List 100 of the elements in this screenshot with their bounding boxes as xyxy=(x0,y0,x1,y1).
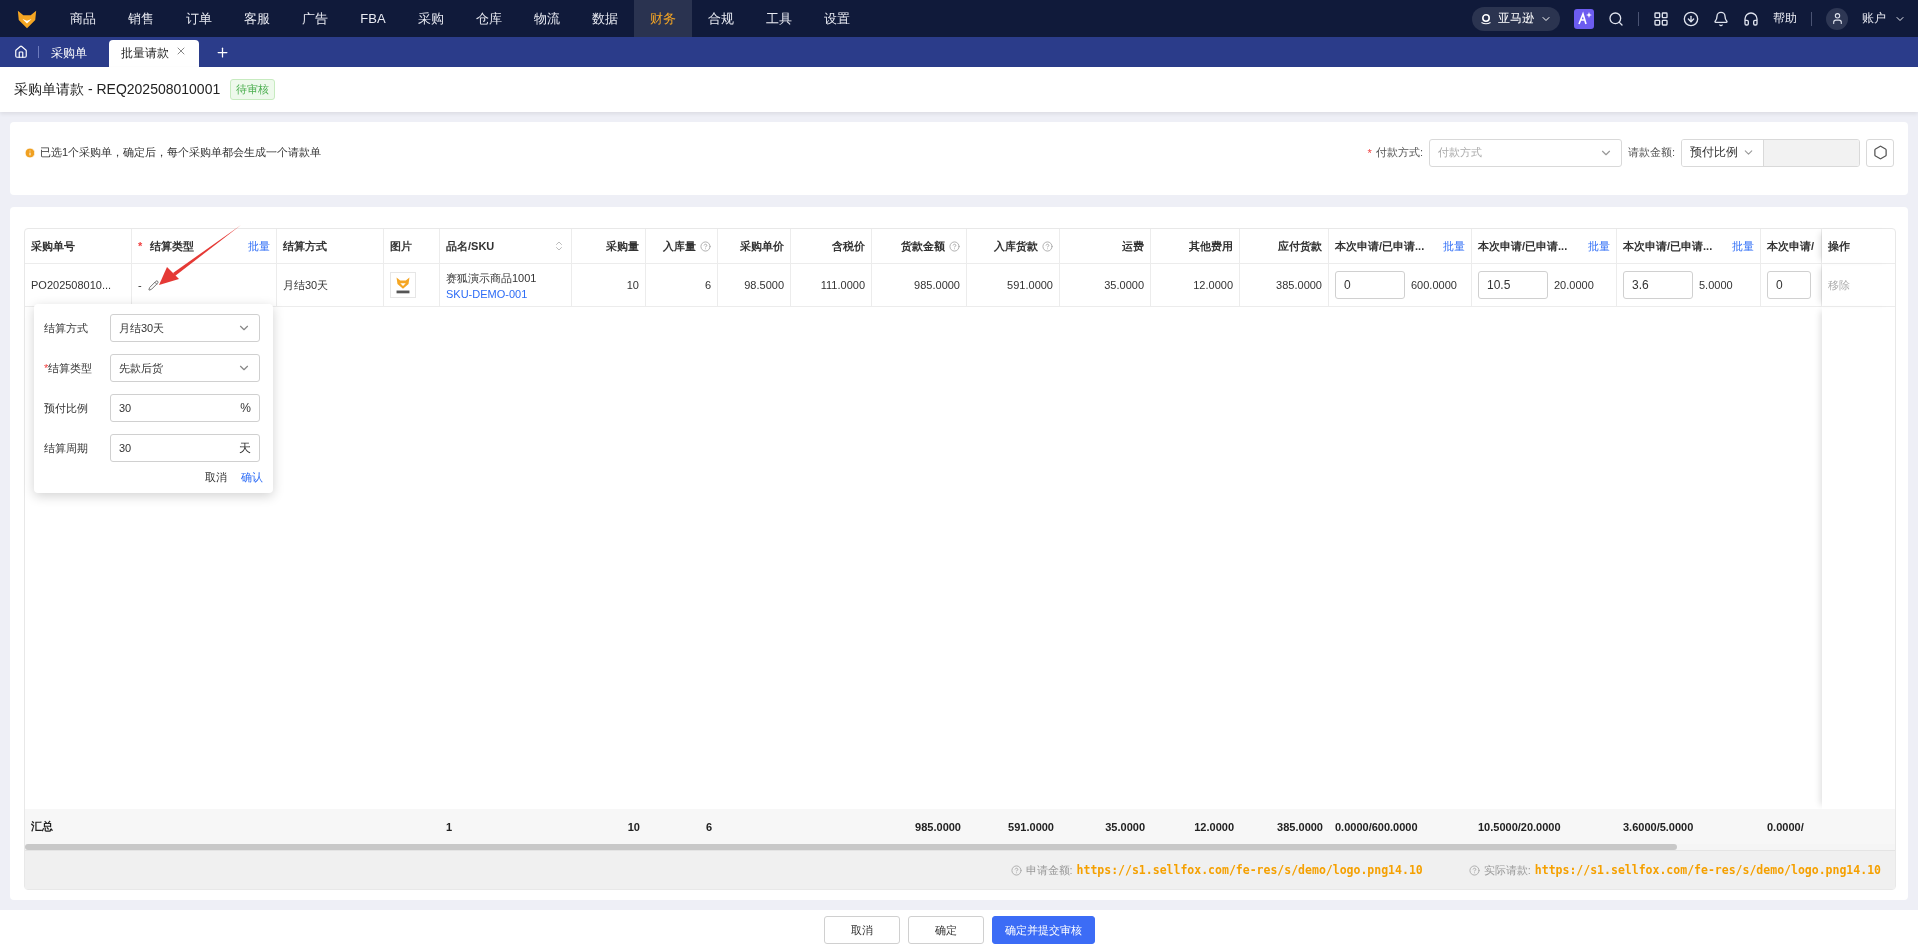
amount-input[interactable]: 0 xyxy=(1767,271,1811,299)
column-title: 应付货款 xyxy=(1278,238,1322,254)
batch-link[interactable]: 批量 xyxy=(248,238,270,254)
column-title: 图片 xyxy=(390,238,412,254)
home-icon[interactable] xyxy=(14,45,28,59)
select-field[interactable]: 先款后货 xyxy=(110,354,260,382)
column-title: 采购量 xyxy=(606,238,639,254)
edit-icon[interactable] xyxy=(147,279,159,291)
batch-link[interactable]: 批量 xyxy=(1732,238,1754,254)
summary-value: 汇总 xyxy=(31,819,53,834)
amount-input[interactable]: 0 xyxy=(1335,271,1405,299)
nav-item[interactable]: 客服 xyxy=(228,0,286,37)
applied-amount: 20.0000 xyxy=(1554,277,1595,293)
nav-item[interactable]: 采购 xyxy=(402,0,460,37)
applied-amount: 600.0000 xyxy=(1411,277,1458,293)
required-mark: * xyxy=(138,240,143,252)
nav-item[interactable]: 数据 xyxy=(576,0,634,37)
cancel-button[interactable]: 取消 xyxy=(205,470,227,485)
summary-value: 1 xyxy=(446,820,453,833)
help-icon xyxy=(1468,864,1480,876)
summary-value: 35.0000 xyxy=(1105,820,1145,833)
input-field[interactable]: 30 天 xyxy=(110,434,260,462)
nav-item[interactable]: 财务 xyxy=(634,0,692,37)
summary-value: 10.5000/20.0000 xyxy=(1478,820,1561,833)
nav-item[interactable]: FBA xyxy=(344,0,402,37)
column-title: 本次申请/已申请... xyxy=(1623,238,1713,254)
nav-item[interactable]: 设置 xyxy=(808,0,866,37)
batch-link[interactable]: 批量 xyxy=(1588,238,1610,254)
store-selector[interactable]: 亚马逊 xyxy=(1472,6,1560,31)
add-tab-icon[interactable] xyxy=(215,44,230,60)
field-label: 结算方式 xyxy=(44,320,89,336)
account-menu[interactable]: 账户 xyxy=(1862,10,1906,27)
field-label: 付款方式: xyxy=(1375,145,1423,160)
amount-input[interactable]: 10.5 xyxy=(1478,271,1548,299)
summary-value: 3.6000/5.0000 xyxy=(1623,820,1694,833)
cell-text: 591.0000 xyxy=(1007,279,1053,291)
column-title: 入库量 xyxy=(663,238,696,254)
summary-value: 0.0000/600.0000 xyxy=(1335,820,1418,833)
nav-item[interactable]: 工具 xyxy=(750,0,808,37)
summary-value: 385.0000 xyxy=(1277,820,1323,833)
nav-item[interactable]: 销售 xyxy=(112,0,170,37)
column-title: 采购单号 xyxy=(31,238,75,254)
required-mark: * xyxy=(1367,146,1372,159)
help-icon xyxy=(1010,864,1022,876)
summary-value: 591.0000 xyxy=(1008,820,1054,833)
help-icon xyxy=(700,240,711,252)
page-title: 采购单请款 - REQ202508010001 xyxy=(14,80,221,99)
settings-icon xyxy=(1872,145,1888,160)
column-title: 其他费用 xyxy=(1189,238,1233,254)
column-title: 本次申请/已申请... xyxy=(1478,238,1568,254)
nav-item[interactable]: 物流 xyxy=(518,0,576,37)
nav-item[interactable]: 广告 xyxy=(286,0,344,37)
help-link[interactable]: 帮助 xyxy=(1773,10,1797,27)
column-title: 操作 xyxy=(1828,238,1850,254)
column-title: 品名/SKU xyxy=(446,238,495,254)
cell-value: - xyxy=(138,279,142,291)
download-icon[interactable] xyxy=(1683,10,1699,27)
sku-link[interactable]: SKU-DEMO-001 xyxy=(446,287,537,300)
notice-text: 已选1个采购单，确定后，每个采购单都会生成一个请款单 xyxy=(40,145,322,160)
nav-item[interactable]: 仓库 xyxy=(460,0,518,37)
page-tab[interactable]: 批量请款 xyxy=(109,40,199,67)
total-label: 实际请款: xyxy=(1483,862,1531,878)
nav-item[interactable]: 合规 xyxy=(692,0,750,37)
summary-value: 0.0000/ xyxy=(1767,820,1804,833)
horizontal-scrollbar[interactable] xyxy=(25,844,1895,850)
column-title: 本次申请/ xyxy=(1767,238,1815,254)
status-tag: 待审核 xyxy=(230,79,276,100)
action-button[interactable]: 取消 xyxy=(823,916,900,944)
cell-text: 111.0000 xyxy=(820,279,865,291)
cell-text: 985.0000 xyxy=(914,279,960,291)
apps-icon[interactable] xyxy=(1653,10,1669,27)
batch-link[interactable]: 批量 xyxy=(1443,238,1465,254)
bell-icon[interactable] xyxy=(1713,10,1729,27)
select-field[interactable]: 月结30天 xyxy=(110,314,260,342)
cell-text: 6 xyxy=(704,279,711,291)
input-field[interactable]: 30 % xyxy=(110,394,260,422)
cell-text: 98.5000 xyxy=(744,279,784,291)
cell-text: 385.0000 xyxy=(1276,279,1322,291)
nav-item[interactable]: 订单 xyxy=(170,0,228,37)
sparkle-icon[interactable] xyxy=(1574,8,1594,29)
page-tab[interactable]: 采购单 xyxy=(39,40,99,67)
total-value: https://s1.sellfox.com/fe-res/s/demo/logo.png14.10 xyxy=(1076,863,1423,877)
nav-item[interactable]: 商品 xyxy=(54,0,112,37)
help-icon xyxy=(949,240,960,252)
column-title: 本次申请/已申请... xyxy=(1335,238,1425,254)
summary-value: 6 xyxy=(705,820,712,833)
info-icon xyxy=(24,146,36,159)
amount-input[interactable]: 3.6 xyxy=(1623,271,1693,299)
cell-text: 10 xyxy=(626,279,639,291)
submit-button[interactable]: 确定并提交审核 xyxy=(991,916,1095,944)
field-label: 请款金额: xyxy=(1627,145,1675,160)
avatar-icon[interactable] xyxy=(1826,7,1848,30)
cell-text: 月结30天 xyxy=(283,277,329,293)
help-icon xyxy=(1042,240,1053,252)
headset-icon[interactable] xyxy=(1743,10,1759,27)
field-label: 预付比例 xyxy=(44,400,89,416)
settings-button[interactable] xyxy=(1866,138,1894,167)
search-icon[interactable] xyxy=(1608,10,1624,27)
action-button[interactable]: 确定 xyxy=(907,916,984,944)
confirm-button[interactable]: 确认 xyxy=(241,470,263,485)
